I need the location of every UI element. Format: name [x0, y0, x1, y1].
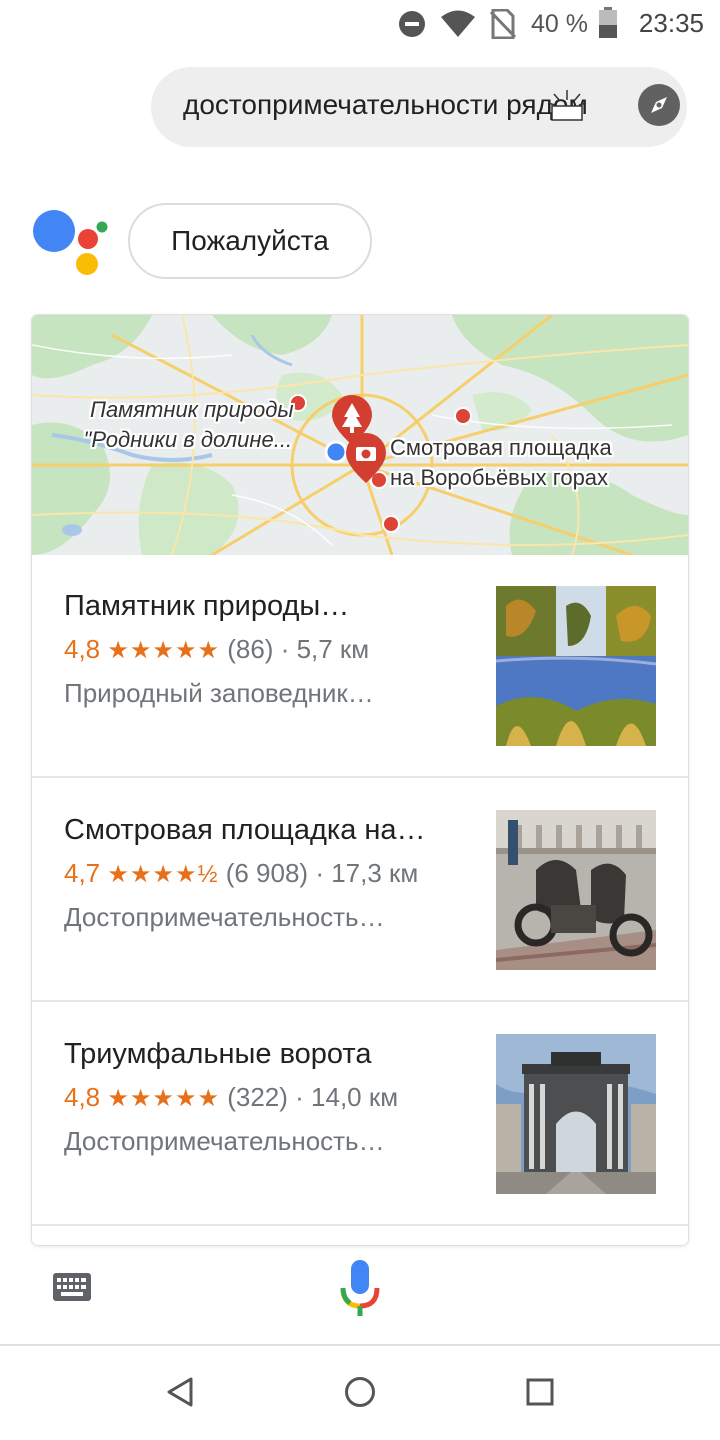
microphone-icon[interactable] — [340, 1260, 380, 1318]
place-name: Смотровая площадка на… — [64, 814, 426, 846]
place-item[interactable]: Триумфальные ворота 4,8 ★★★★★ (322) · 14… — [32, 1000, 688, 1224]
review-count: (6 908) — [225, 858, 309, 888]
star-rating-icon: ★★★★½ — [107, 861, 219, 888]
place-rating-row: 4,8 ★★★★★ (86) · 5,7 км — [64, 634, 369, 665]
recents-icon[interactable] — [526, 1378, 554, 1406]
place-distance: · 5,7 км — [280, 634, 370, 664]
compass-icon[interactable] — [635, 81, 683, 129]
place-name: Триумфальные ворота — [64, 1038, 372, 1070]
place-rating-row: 4,7 ★★★★½ (6 908) · 17,3 км — [64, 858, 418, 889]
place-score: 4,7 — [64, 858, 101, 888]
map-label-nature: Памятник природы "Родники в долине... — [83, 397, 294, 452]
place-rating-row: 4,8 ★★★★★ (322) · 14,0 км — [64, 1082, 398, 1113]
wifi-icon — [441, 10, 475, 37]
place-distance: · 14,0 км — [295, 1082, 399, 1112]
review-count: (86) — [227, 634, 274, 664]
google-assistant-logo — [33, 210, 108, 275]
star-rating-icon: ★★★★★ — [107, 637, 220, 664]
review-count: (322) — [227, 1082, 288, 1112]
place-type: Природный заповедник… — [64, 678, 374, 708]
clock: 23:35 — [638, 8, 704, 38]
map-label-viewpoint: Смотровая площадка на Воробьёвых горах — [390, 435, 612, 490]
status-bar: 40 % 23:35 — [0, 0, 720, 52]
river-photo — [496, 586, 656, 746]
place-name: Памятник природы… — [64, 590, 350, 622]
battery-icon — [599, 7, 617, 38]
back-icon[interactable] — [166, 1376, 194, 1408]
home-icon[interactable] — [344, 1376, 376, 1408]
no-sim-icon — [490, 9, 516, 39]
map-preview[interactable]: Памятник природы "Родники в долине... См… — [32, 315, 688, 555]
place-item[interactable]: Смотровая площадка на… 4,7 ★★★★½ (6 908)… — [32, 776, 688, 1000]
do-not-disturb-icon — [399, 11, 425, 37]
place-distance: · 17,3 км — [315, 858, 419, 888]
triumphal-arch-photo — [496, 1034, 656, 1194]
motorcycles-photo — [496, 810, 656, 970]
place-type: Достопримечательность… — [64, 1126, 385, 1156]
battery-percentage: 40 % — [531, 10, 588, 38]
place-type: Достопримечательность… — [64, 902, 385, 932]
star-rating-icon: ★★★★★ — [107, 1085, 220, 1112]
navigation-bar — [0, 1346, 720, 1440]
keyboard-icon[interactable] — [52, 1272, 92, 1302]
query-text: достопримечательности рядом — [183, 89, 588, 120]
place-score: 4,8 — [64, 634, 101, 664]
place-item[interactable] — [32, 1224, 688, 1245]
places-card: Памятник природы "Родники в долине... См… — [32, 315, 688, 1245]
query-bubble[interactable]: достопримечательности рядом — [151, 67, 687, 147]
place-item[interactable]: Памятник природы… 4,8 ★★★★★ (86) · 5,7 к… — [32, 554, 688, 778]
place-score: 4,8 — [64, 1082, 101, 1112]
tap-indicator-icon — [547, 90, 587, 121]
assistant-reply-bubble: Пожалуйста — [128, 203, 372, 279]
